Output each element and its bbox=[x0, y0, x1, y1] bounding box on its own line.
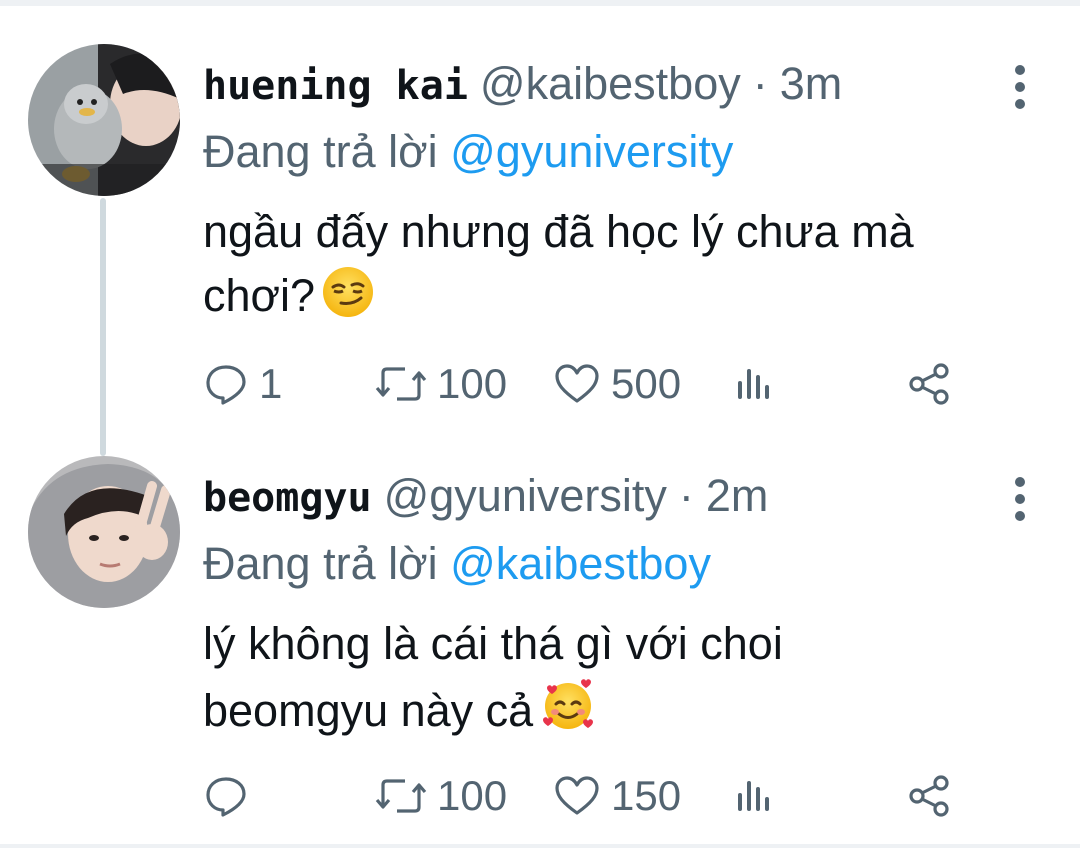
more-options-icon[interactable] bbox=[1004, 474, 1036, 524]
more-options-icon[interactable] bbox=[1004, 62, 1036, 112]
retweet-count: 100 bbox=[437, 772, 508, 819]
avatar[interactable] bbox=[28, 44, 180, 196]
tweet-text: ngầu đấy nhưng đã học lý chưa mà chơi? bbox=[203, 200, 1043, 336]
tweet-text: lý không là cái thá gì với choi beomgyu … bbox=[203, 612, 1043, 751]
analytics-button[interactable] bbox=[734, 354, 774, 414]
user-handle[interactable]: @kaibestboy bbox=[480, 58, 741, 109]
smirking-face-emoji-icon bbox=[321, 265, 375, 336]
analytics-button[interactable] bbox=[734, 766, 774, 826]
tweet-text-line: chơi? bbox=[203, 264, 1043, 336]
retweet-button[interactable]: 100 bbox=[375, 354, 507, 414]
display-name[interactable]: beomgyu bbox=[203, 475, 372, 521]
reply-button[interactable]: 1 bbox=[203, 354, 282, 414]
avatar[interactable] bbox=[28, 456, 180, 608]
retweet-button[interactable]: 100 bbox=[375, 766, 507, 826]
like-button[interactable]: 500 bbox=[553, 354, 681, 414]
heart-icon bbox=[555, 776, 599, 815]
tweet-text-line: ngầu đấy nhưng đã học lý chưa mà bbox=[203, 206, 914, 257]
like-count: 500 bbox=[611, 360, 682, 407]
separator-dot: · bbox=[678, 470, 694, 521]
tweet-text-line: lý không là cái thá gì với choi bbox=[203, 618, 783, 669]
reply-button[interactable] bbox=[203, 766, 259, 826]
tweet-text-fragment: beomgyu này cả bbox=[203, 685, 534, 736]
tweet-text-fragment: chơi? bbox=[203, 270, 316, 321]
share-button[interactable] bbox=[906, 354, 952, 414]
display-name[interactable]: huening kai bbox=[203, 63, 468, 109]
heart-icon bbox=[555, 364, 599, 403]
reply-mention-link[interactable]: @gyuniversity bbox=[450, 126, 733, 177]
separator-dot: · bbox=[752, 58, 768, 109]
bottom-divider bbox=[0, 844, 1080, 848]
top-divider bbox=[0, 0, 1080, 6]
reply-mention-link[interactable]: @kaibestboy bbox=[450, 538, 711, 589]
smiling-face-with-hearts-emoji-icon bbox=[539, 676, 597, 751]
tweet-header: huening kai @kaibestboy · 3m bbox=[203, 58, 842, 118]
replying-to-label: Đang trả lời bbox=[203, 538, 438, 589]
reply-count: 1 bbox=[259, 360, 283, 407]
tweet-actions: 1 100 500 bbox=[0, 354, 1080, 414]
replying-to-label: Đang trả lời bbox=[203, 126, 438, 177]
retweet-icon bbox=[375, 367, 427, 401]
retweet-count: 100 bbox=[437, 360, 508, 407]
replying-to: Đang trả lời @kaibestboy bbox=[203, 538, 711, 590]
share-icon bbox=[909, 363, 949, 405]
user-handle[interactable]: @gyuniversity bbox=[384, 470, 667, 521]
reply-icon bbox=[206, 777, 246, 817]
tweet-text-line: beomgyu này cả bbox=[203, 676, 1043, 751]
retweet-icon bbox=[375, 779, 427, 813]
timestamp[interactable]: 2m bbox=[706, 470, 769, 521]
replying-to: Đang trả lời @gyuniversity bbox=[203, 126, 733, 178]
like-count: 150 bbox=[611, 772, 682, 819]
analytics-icon bbox=[738, 369, 769, 399]
tweet-actions: 100 150 bbox=[0, 766, 1080, 826]
timestamp[interactable]: 3m bbox=[780, 58, 843, 109]
analytics-icon bbox=[738, 781, 769, 811]
thread-connector-line bbox=[100, 198, 106, 456]
tweet-header: beomgyu @gyuniversity · 2m bbox=[203, 470, 768, 530]
share-icon bbox=[909, 775, 949, 817]
share-button[interactable] bbox=[906, 766, 952, 826]
reply-icon bbox=[206, 365, 246, 405]
like-button[interactable]: 150 bbox=[553, 766, 681, 826]
